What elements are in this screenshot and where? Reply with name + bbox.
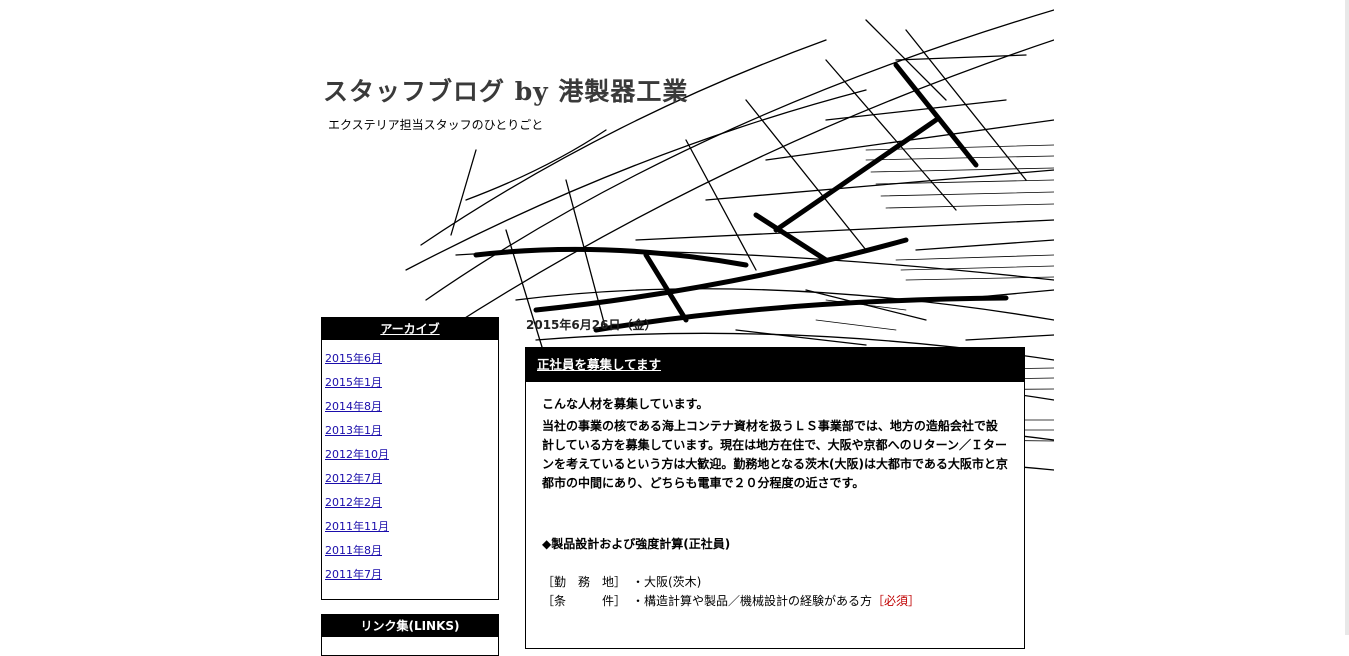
post-date: 2015年6月26日（金） [526, 318, 657, 332]
detail-row-location: ［勤 務 地］ ・大阪(茨木) [542, 573, 1008, 592]
archive-sidebar: アーカイブ 2015年6月 2015年1月 2014年8月 2013年1月 20… [321, 317, 499, 600]
detail-label: ［勤 務 地］ [542, 575, 627, 589]
archive-item: 2011年7月 [325, 567, 498, 591]
links-sidebar: リンク集(LINKS) [321, 614, 499, 656]
archive-item: 2011年11月 [325, 519, 498, 543]
blog-post: 正社員を募集してます こんな人材を募集しています。 当社の事業の核である海上コン… [525, 347, 1025, 649]
post-description: 当社の事業の核である海上コンテナ資材を扱うＬＳ事業部では、地方の造船会社で設計し… [542, 419, 1008, 490]
links-title: リンク集(LINKS) [322, 615, 498, 637]
archive-item: 2012年10月 [325, 447, 498, 471]
site-description: エクステリア担当スタッフのひとりごと [328, 118, 544, 132]
detail-row-conditions: ［条 件］ ・構造計算や製品／機械設計の経験がある方［必須］ [542, 592, 1008, 611]
required-note: ［必須］ [872, 594, 921, 608]
section-heading: ◆製品設計および強度計算(正社員) [542, 537, 731, 551]
post-title-link[interactable]: 正社員を募集してます [537, 357, 661, 372]
archive-link-2011-11[interactable]: 2011年11月 [325, 520, 389, 533]
archive-title-link[interactable]: アーカイブ [380, 322, 439, 336]
archive-title-bar: アーカイブ [322, 318, 498, 340]
archive-item: 2015年1月 [325, 375, 498, 399]
detail-label: ［条 件］ [542, 594, 627, 608]
archive-link-2014-08[interactable]: 2014年8月 [325, 400, 382, 413]
archive-link-2011-08[interactable]: 2011年8月 [325, 544, 382, 557]
archive-link-2015-01[interactable]: 2015年1月 [325, 376, 382, 389]
archive-link-2012-10[interactable]: 2012年10月 [325, 448, 389, 461]
detail-value: ・大阪(茨木) [632, 575, 702, 589]
archive-item: 2012年2月 [325, 495, 498, 519]
archive-link-2015-06[interactable]: 2015年6月 [325, 352, 382, 365]
archive-link-2011-07[interactable]: 2011年7月 [325, 568, 382, 581]
archive-link-2012-02[interactable]: 2012年2月 [325, 496, 382, 509]
post-title-bar: 正社員を募集してます [526, 348, 1024, 382]
site-title[interactable]: スタッフブログ by 港製器工業 [323, 72, 688, 108]
archive-link-2012-07[interactable]: 2012年7月 [325, 472, 382, 485]
archive-item: 2014年8月 [325, 399, 498, 423]
archive-link-2013-01[interactable]: 2013年1月 [325, 424, 382, 437]
archive-item: 2013年1月 [325, 423, 498, 447]
page-scrollbar[interactable] [1345, 0, 1349, 635]
archive-item: 2011年8月 [325, 543, 498, 567]
archive-item: 2015年6月 [325, 351, 498, 375]
archive-list: 2015年6月 2015年1月 2014年8月 2013年1月 2012年10月… [322, 340, 498, 591]
archive-item: 2012年7月 [325, 471, 498, 495]
detail-value: ・構造計算や製品／機械設計の経験がある方 [632, 594, 873, 608]
post-intro: こんな人材を募集しています。 [542, 397, 709, 411]
post-body: こんな人材を募集しています。 当社の事業の核である海上コンテナ資材を扱うＬＳ事業… [526, 382, 1024, 611]
